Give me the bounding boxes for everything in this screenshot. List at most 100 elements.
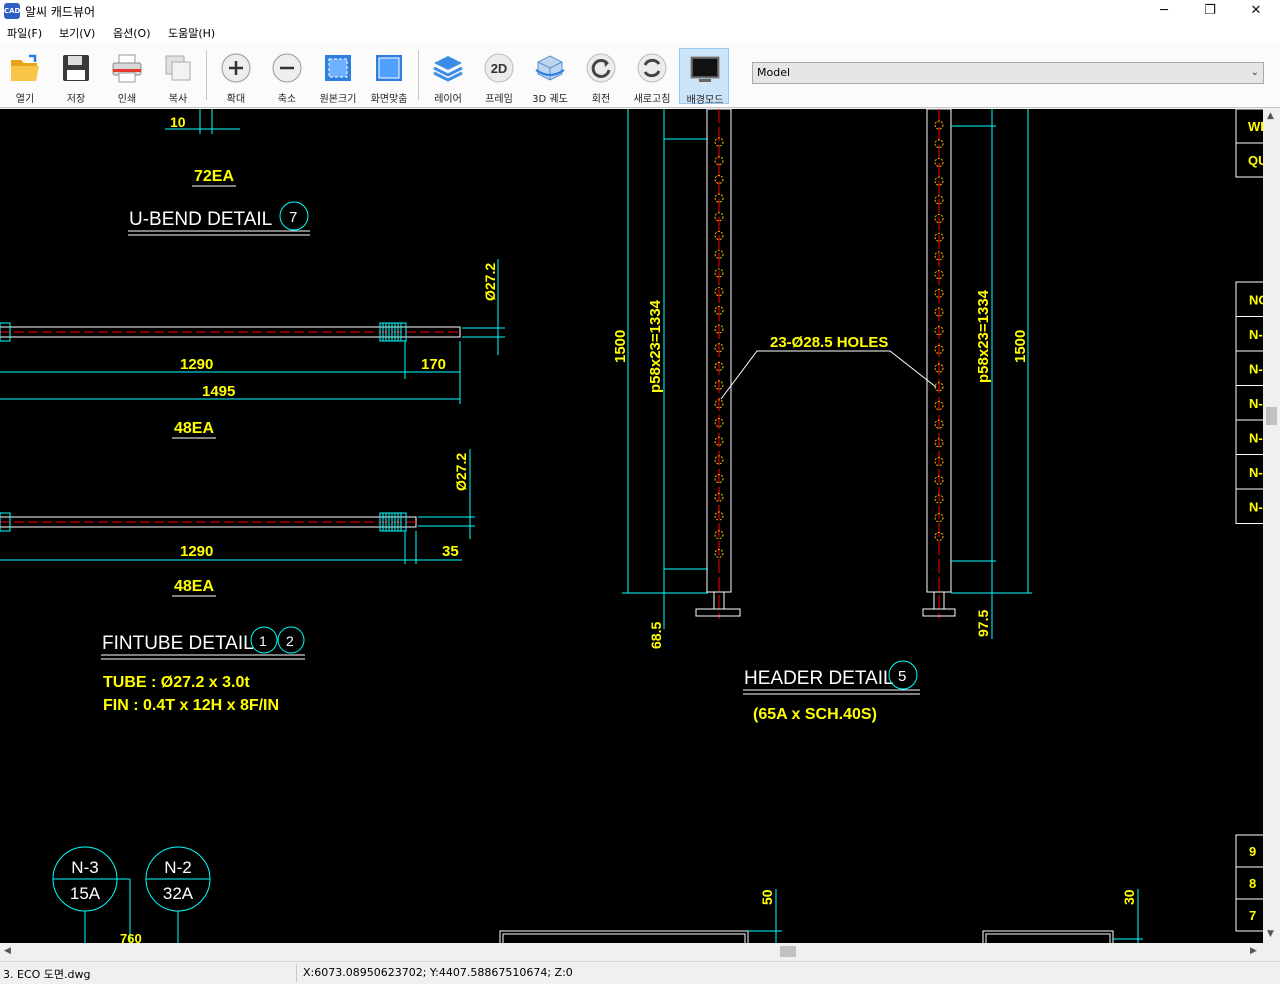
- title-bar: CAD 알씨 캐드뷰어 ─ ❐ ✕: [0, 0, 1280, 22]
- fintube-title: FINTUBE DETAIL: [102, 633, 254, 654]
- refresh-button[interactable]: 새로고침: [627, 48, 677, 105]
- dim-35: 35: [442, 543, 459, 560]
- save-button[interactable]: 저장: [51, 48, 101, 105]
- dim-68-5: 68.5: [648, 622, 664, 649]
- toolbar: 열기 저장 인쇄 복사 확대 축소 원본크기 화면맞춤 레이어 2D 프레임 3…: [0, 42, 1280, 108]
- open-button[interactable]: 열기: [0, 48, 50, 105]
- fit-screen-button[interactable]: 화면맞춤: [364, 48, 414, 105]
- header-detail: HEADER DETAIL 5 (65A x SCH.40S): [743, 660, 920, 723]
- nozzle-table: NO N-1 N-2 N-3 N-4 N-5 N-6: [1235, 281, 1263, 524]
- restore-button[interactable]: ❐: [1187, 0, 1233, 22]
- dia-27-2-b: Ø27.2: [453, 453, 469, 491]
- header-number: 5: [898, 668, 906, 685]
- table-cell-label: 7: [1249, 908, 1256, 923]
- plus-circle-icon: [221, 53, 251, 83]
- ubend-title: U-BEND DETAIL: [129, 209, 272, 230]
- scroll-left-icon[interactable]: ◀: [4, 946, 11, 956]
- drawing-canvas[interactable]: 10 72EA U-BEND DETAIL 7 1290 170 1495 48…: [0, 109, 1263, 943]
- n2-size: 32A: [163, 884, 194, 903]
- table-cell-label: N-4: [1249, 430, 1263, 445]
- dim-1290-a: 1290: [180, 356, 213, 373]
- menu-help[interactable]: 도움말(H): [168, 25, 215, 41]
- dim-30: 30: [1121, 889, 1137, 905]
- copy-label: 복사: [168, 94, 188, 105]
- status-bar: 3. ECO 도면.dwg X:6073.08950623702; Y:4407…: [0, 961, 1280, 984]
- fintube-2: 1290 35 48EA Ø27.2: [0, 449, 475, 597]
- floppy-disk-icon: [63, 55, 89, 81]
- n2-tag: N-2: [164, 858, 191, 877]
- table-cell-label: N-3: [1249, 396, 1263, 411]
- scroll-right-icon[interactable]: ▶: [1250, 946, 1257, 956]
- fintube-number-2: 2: [286, 633, 294, 649]
- layout-select[interactable]: Model ⌄: [752, 62, 1264, 84]
- dim-10: 10: [170, 114, 186, 130]
- header-left: 1500 p58x23=1334 68.5: [612, 109, 741, 649]
- background-mode-button[interactable]: 배경모드: [679, 48, 729, 106]
- zoom-out-button[interactable]: 축소: [262, 48, 312, 105]
- menu-file[interactable]: 파일(F): [7, 25, 42, 41]
- original-size-icon: [325, 55, 351, 81]
- qty-72ea: 72EA: [194, 168, 234, 185]
- status-divider: [296, 964, 297, 982]
- vertical-scrollbar[interactable]: ▲ ▼: [1263, 109, 1280, 943]
- 2d-frame-icon: 2D: [484, 53, 514, 83]
- 3d-orbit-button[interactable]: 3D 궤도: [525, 48, 575, 105]
- print-button[interactable]: 인쇄: [102, 48, 152, 105]
- cad-viewer-window: CAD 알씨 캐드뷰어 ─ ❐ ✕ 파일(F) 보기(V) 옵션(O) 도움말(…: [0, 0, 1280, 984]
- header-spec: (65A x SCH.40S): [753, 706, 877, 723]
- scrollbar-corner: [1263, 943, 1280, 960]
- rotate-button[interactable]: 회전: [576, 48, 626, 105]
- menu-view[interactable]: 보기(V): [59, 25, 95, 41]
- holes-label: 23-Ø28.5 HOLES: [770, 334, 888, 351]
- rotate-icon: [586, 53, 616, 83]
- table-cell-label: N-5: [1249, 465, 1263, 480]
- right-tables: WI QU NO N-1 N-2 N-3 N-4 N-5 N-6 9 8 7: [1235, 109, 1263, 932]
- 3d-cube-icon: [535, 55, 565, 81]
- n3-tag: N-3: [71, 858, 98, 877]
- horizontal-scroll-thumb[interactable]: [780, 946, 796, 957]
- table-top-2: QU: [1248, 153, 1263, 168]
- table-cell-label: N-6: [1249, 499, 1263, 514]
- copy-icon: [165, 55, 191, 81]
- revision-table: 9 8 7: [1235, 834, 1263, 932]
- fintube-detail: FINTUBE DETAIL 1 2 TUBE : Ø27.2 x 3.0t F…: [101, 626, 305, 714]
- table-top-1: WI: [1248, 119, 1263, 134]
- chevron-down-icon: ⌄: [1250, 67, 1259, 78]
- horizontal-scrollbar[interactable]: ◀ ▶: [0, 943, 1263, 960]
- pitch-b: p58x23=1334: [975, 289, 992, 383]
- qty-48ea-a: 48EA: [174, 420, 214, 437]
- ubend-number: 7: [289, 209, 297, 226]
- fit-screen-label: 화면맞춤: [370, 94, 408, 105]
- table-cell-label: N-1: [1249, 327, 1263, 342]
- fit-screen-icon: [376, 55, 402, 81]
- scroll-down-icon[interactable]: ▼: [1267, 929, 1274, 939]
- dim-760: 760: [120, 931, 142, 943]
- original-size-button[interactable]: 원본크기: [313, 48, 363, 105]
- minimize-button[interactable]: ─: [1141, 0, 1187, 22]
- table-cell-label: 9: [1249, 844, 1256, 859]
- n3-size: 15A: [70, 884, 101, 903]
- status-file-name: 3. ECO 도면.dwg: [3, 968, 91, 981]
- app-logo-icon: CAD: [4, 3, 20, 19]
- scroll-up-icon[interactable]: ▲: [1267, 111, 1274, 121]
- fintube-number-1: 1: [259, 633, 267, 649]
- folder-open-icon: [11, 54, 39, 81]
- close-button[interactable]: ✕: [1233, 0, 1279, 22]
- qty-48ea-b: 48EA: [174, 578, 214, 595]
- dim-50: 50: [759, 889, 775, 905]
- frame-button[interactable]: 2D 프레임: [474, 48, 524, 105]
- dim-1495: 1495: [202, 383, 235, 400]
- pitch-a: p58x23=1334: [647, 299, 664, 393]
- nozzle-bubbles: N-3 15A N-2 32A 760: [52, 846, 211, 943]
- dim-1500-a: 1500: [612, 330, 629, 363]
- dim-1290-b: 1290: [180, 543, 213, 560]
- zoom-in-button[interactable]: 확대: [211, 48, 261, 105]
- layer-button[interactable]: 레이어: [423, 48, 473, 105]
- menu-bar: 파일(F) 보기(V) 옵션(O) 도움말(H): [0, 22, 1280, 42]
- header-right: p58x23=1334 1500 97.5: [922, 109, 1032, 639]
- background-mode-label: 배경모드: [686, 95, 724, 106]
- vertical-scroll-thumb[interactable]: [1266, 407, 1277, 425]
- table-cell-label: 8: [1249, 876, 1256, 891]
- copy-button[interactable]: 복사: [153, 48, 203, 105]
- menu-options[interactable]: 옵션(O): [113, 25, 150, 41]
